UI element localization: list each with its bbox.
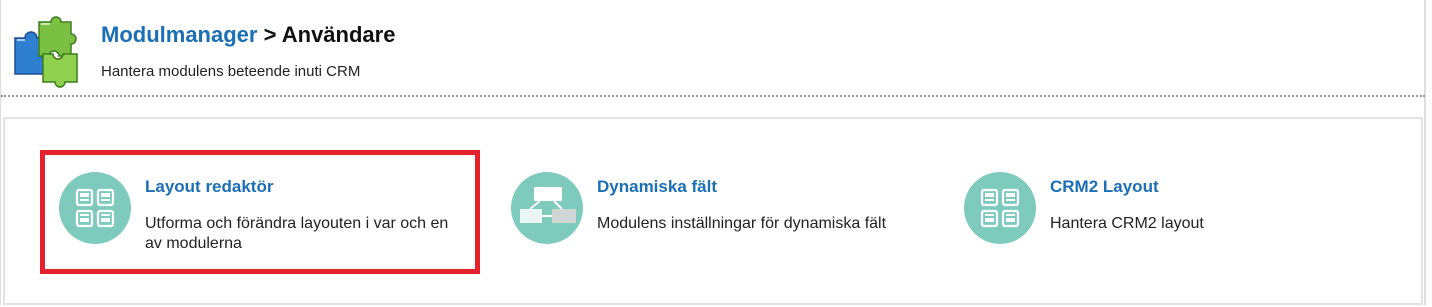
card-description: Utforma och förändra layouten i var och … <box>145 215 449 252</box>
card-description: Modulens inställningar för dynamiska fäl… <box>597 215 887 232</box>
card-crm2-layout[interactable]: CRM2 Layout Hantera CRM2 layout <box>947 150 1377 270</box>
header-divider <box>1 95 1425 97</box>
card-title[interactable]: Dynamiska fält <box>597 177 717 197</box>
puzzle-pieces-icon <box>14 16 78 88</box>
page-header: Modulmanager > Användare Hantera modulen… <box>0 0 1424 95</box>
card-title[interactable]: CRM2 Layout <box>1050 177 1159 197</box>
dynamic-fields-icon <box>511 172 583 244</box>
breadcrumb-separator: > <box>263 22 277 47</box>
card-title[interactable]: Layout redaktör <box>145 177 273 197</box>
card-layout-editor[interactable]: Layout redaktör Utforma och förändra lay… <box>42 150 472 270</box>
card-dynamic-fields[interactable]: Dynamiska fält Modulens inställningar fö… <box>494 150 924 270</box>
layout-grid-icon <box>59 172 131 244</box>
page-subtitle: Hantera modulens beteende inuti CRM <box>101 63 361 80</box>
layout-grid-icon <box>964 172 1036 244</box>
card-description: Hantera CRM2 layout <box>1050 215 1204 232</box>
page-title: Modulmanager > Användare <box>101 22 395 48</box>
breadcrumb-link-modulmanager[interactable]: Modulmanager <box>101 22 257 47</box>
breadcrumb-current: Användare <box>281 22 396 47</box>
